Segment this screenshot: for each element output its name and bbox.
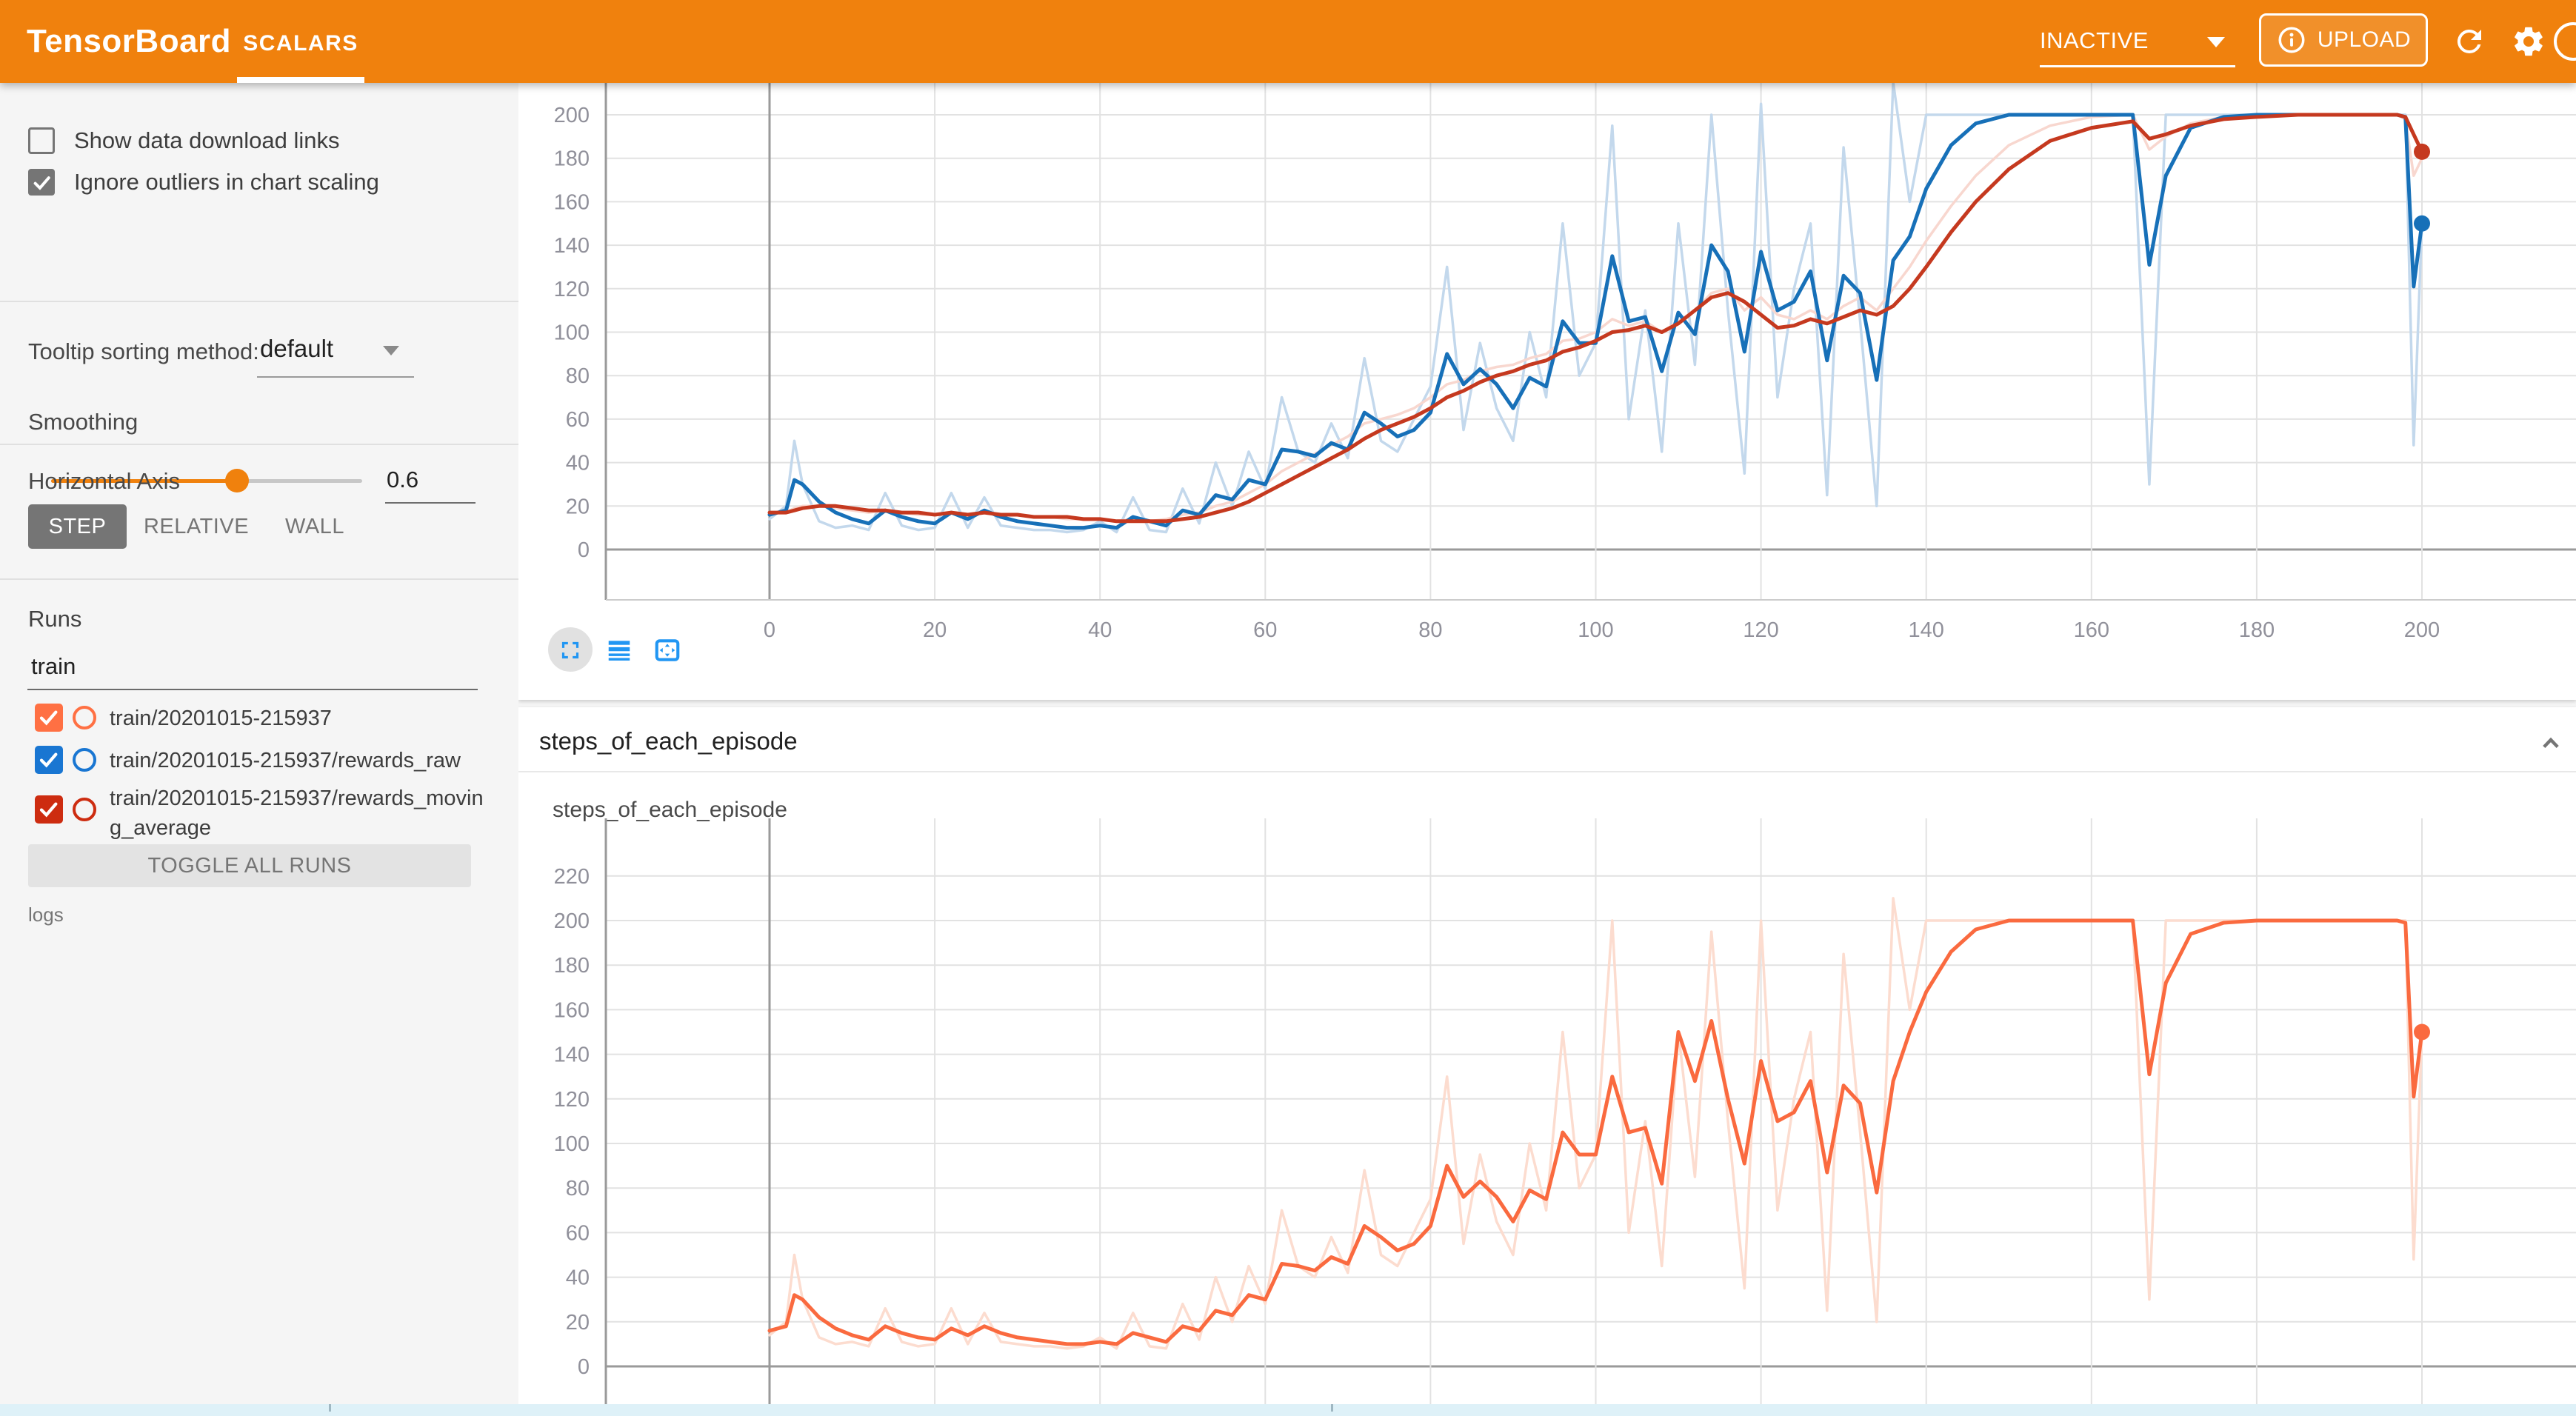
tab-scalars[interactable]: SCALARS — [237, 0, 364, 83]
svg-text:200: 200 — [554, 104, 590, 127]
ignore-outliers-label: Ignore outliers in chart scaling — [74, 169, 379, 196]
expand-chart-button[interactable] — [556, 636, 584, 664]
svg-text:40: 40 — [566, 452, 590, 475]
runs-filter-input[interactable]: train — [31, 653, 76, 680]
svg-text:60: 60 — [566, 408, 590, 432]
refresh-icon[interactable] — [2452, 24, 2487, 59]
fullscreen-icon — [562, 642, 578, 658]
svg-text:160: 160 — [2074, 618, 2109, 642]
tensorboard-app: TensorBoard SCALARS INACTIVE UPLOAD Show… — [0, 0, 2576, 1416]
svg-text:20: 20 — [566, 495, 590, 518]
svg-text:100: 100 — [1578, 618, 1613, 642]
steps-chart: 0 20 40 60 80 100 120 140 160 180 200 220 — [518, 707, 2576, 1416]
log-scale-button[interactable] — [605, 636, 633, 664]
axis-step-button[interactable]: STEP — [28, 504, 127, 549]
svg-text:200: 200 — [2404, 618, 2440, 642]
tooltip-sorting-label: Tooltip sorting method: — [28, 338, 259, 365]
scrollbar-tick — [1331, 1404, 1333, 1412]
run-color-circle — [73, 706, 96, 729]
show-download-links-checkbox[interactable] — [28, 127, 55, 154]
svg-text:0: 0 — [578, 538, 590, 562]
gear-icon[interactable] — [2511, 24, 2546, 59]
ignore-outliers-checkbox[interactable] — [28, 169, 55, 196]
sidebar-divider — [0, 444, 518, 445]
run-label: train/20201015-215937/rewards_moving_ave… — [110, 784, 487, 843]
tooltip-sorting-value: default — [260, 335, 333, 363]
svg-text:140: 140 — [554, 1043, 590, 1067]
axis-wall-button[interactable]: WALL — [274, 504, 356, 549]
toggle-all-runs-button[interactable]: TOGGLE ALL RUNS — [28, 844, 471, 887]
runs-filter-underline — [27, 689, 478, 690]
svg-text:120: 120 — [1743, 618, 1778, 642]
run-checkbox[interactable] — [35, 746, 63, 774]
status-dropdown[interactable]: INACTIVE — [2040, 15, 2235, 67]
rewards-chart: 0 20 40 60 80 100 120 140 160 180 200 0 20 40 60 80 100 1… — [518, 83, 2576, 700]
run-label: train/20201015-215937/rewards_raw — [110, 746, 487, 775]
help-icon[interactable] — [2554, 22, 2576, 61]
sidebar-divider — [0, 578, 518, 580]
svg-text:120: 120 — [554, 1088, 590, 1112]
upload-button[interactable]: UPLOAD — [2259, 13, 2428, 67]
svg-text:0: 0 — [764, 618, 775, 642]
smoothing-slider-thumb[interactable] — [225, 469, 249, 492]
horizontal-lines-icon — [609, 641, 630, 661]
upload-button-label: UPLOAD — [2318, 27, 2411, 53]
show-download-links-label: Show data download links — [74, 127, 339, 154]
sidebar: Show data download links Ignore outliers… — [0, 83, 518, 1416]
scrollbar-tick — [329, 1404, 331, 1412]
fit-domain-icon — [657, 641, 678, 659]
chevron-down-icon — [2207, 37, 2225, 47]
svg-text:180: 180 — [554, 147, 590, 171]
svg-text:60: 60 — [566, 1221, 590, 1245]
svg-text:220: 220 — [554, 865, 590, 889]
svg-text:160: 160 — [554, 190, 590, 214]
info-icon — [2276, 24, 2307, 56]
horizontal-axis-label: Horizontal Axis — [28, 468, 180, 495]
axis-relative-button[interactable]: RELATIVE — [141, 504, 252, 549]
run-label: train/20201015-215937 — [110, 704, 487, 733]
svg-text:160: 160 — [554, 998, 590, 1022]
run-checkbox[interactable] — [35, 795, 63, 824]
status-dropdown-underline — [2040, 65, 2235, 67]
svg-text:20: 20 — [566, 1311, 590, 1335]
logs-label: logs — [28, 904, 64, 926]
tab-active-indicator — [237, 77, 364, 83]
svg-text:40: 40 — [1088, 618, 1112, 642]
svg-text:40: 40 — [566, 1266, 590, 1290]
svg-text:80: 80 — [566, 364, 590, 388]
header-bar: TensorBoard SCALARS INACTIVE UPLOAD — [0, 0, 2576, 83]
runs-label: Runs — [28, 606, 81, 632]
horizontal-scrollbar[interactable] — [0, 1404, 2576, 1416]
run-color-circle — [73, 748, 96, 772]
svg-text:180: 180 — [2239, 618, 2275, 642]
app-title: TensorBoard — [27, 0, 231, 83]
svg-text:20: 20 — [923, 618, 947, 642]
svg-text:140: 140 — [1909, 618, 1944, 642]
smoothing-label: Smoothing — [28, 409, 138, 435]
run-color-circle — [73, 798, 96, 821]
svg-text:200: 200 — [554, 909, 590, 933]
svg-text:180: 180 — [554, 954, 590, 978]
svg-text:100: 100 — [554, 321, 590, 345]
check-icon — [31, 172, 53, 194]
run-checkbox[interactable] — [35, 704, 63, 732]
svg-text:140: 140 — [554, 234, 590, 258]
svg-text:60: 60 — [1253, 618, 1277, 642]
smoothing-value-underline — [385, 502, 476, 504]
svg-text:0: 0 — [578, 1355, 590, 1379]
sidebar-divider — [0, 301, 518, 302]
status-dropdown-value: INACTIVE — [2040, 27, 2149, 53]
steps-chart-card: steps_of_each_episode steps_of_each_epis… — [518, 707, 2576, 1416]
fit-domain-button[interactable] — [653, 636, 681, 664]
svg-text:80: 80 — [566, 1177, 590, 1200]
svg-text:120: 120 — [554, 278, 590, 301]
chevron-down-icon — [383, 346, 399, 355]
svg-text:80: 80 — [1418, 618, 1442, 642]
smoothing-value-input[interactable]: 0.6 — [387, 467, 418, 493]
tooltip-sorting-underline — [257, 376, 414, 378]
svg-text:100: 100 — [554, 1132, 590, 1156]
rewards-chart-card: 0 20 40 60 80 100 120 140 160 180 200 0 20 40 60 80 100 1… — [518, 83, 2576, 700]
